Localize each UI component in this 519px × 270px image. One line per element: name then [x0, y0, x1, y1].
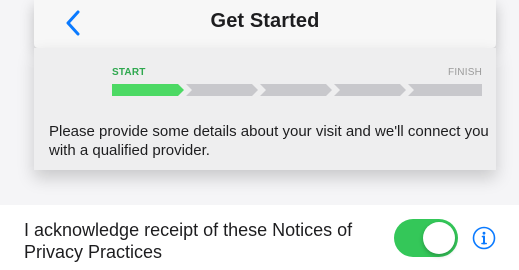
progress-labels: START FINISH [112, 67, 482, 79]
get-started-screen: Get Started START FINISH Please provide … [0, 0, 519, 270]
nav-bar: Get Started [34, 0, 496, 48]
back-button[interactable] [34, 0, 112, 46]
acknowledgement-toggle[interactable] [394, 219, 458, 257]
intro-card: START FINISH Please provide some details… [34, 48, 496, 170]
intro-text: Please provide some details about your v… [49, 123, 489, 159]
info-button[interactable] [472, 226, 496, 250]
progress-step-3 [260, 84, 332, 96]
info-circle-icon [472, 226, 496, 250]
progress-step-4 [334, 84, 406, 96]
toggle-knob [423, 222, 455, 254]
chevron-left-icon [66, 10, 80, 36]
progress-start-label: START [112, 67, 146, 78]
acknowledgement-row: I acknowledge receipt of these Notices o… [0, 205, 519, 270]
progress-step-5 [408, 84, 482, 96]
acknowledgement-label: I acknowledge receipt of these Notices o… [24, 220, 353, 262]
progress-step-1 [112, 84, 184, 96]
progress-finish-label: FINISH [448, 67, 482, 78]
progress-step-2 [186, 84, 258, 96]
progress-steps [112, 84, 482, 96]
progress-bar [112, 84, 482, 96]
